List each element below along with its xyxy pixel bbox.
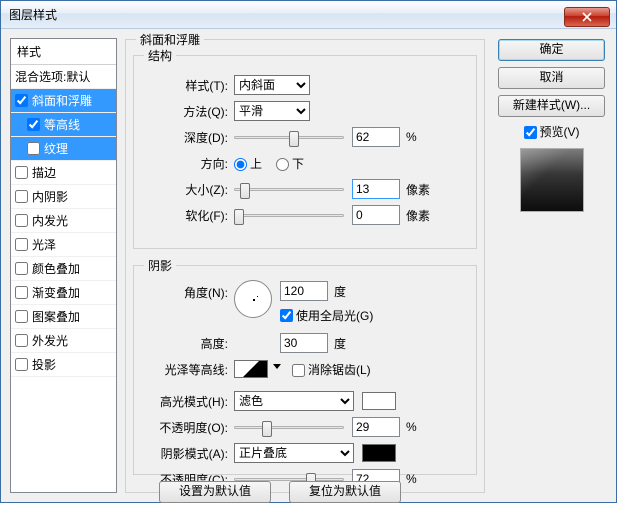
direction-down[interactable]: 下 xyxy=(276,155,304,172)
size-input[interactable] xyxy=(352,179,400,199)
shadow-mode-select[interactable]: 正片叠底 xyxy=(234,443,354,463)
style-item-label: 投影 xyxy=(32,356,56,373)
style-item-checkbox[interactable] xyxy=(15,214,28,227)
style-item-0[interactable]: 斜面和浮雕 xyxy=(11,89,116,113)
depth-slider[interactable] xyxy=(234,127,344,147)
preview-thumbnail xyxy=(520,148,584,212)
style-item-label: 纹理 xyxy=(44,140,68,157)
style-item-label: 图案叠加 xyxy=(32,308,80,325)
style-item-label: 斜面和浮雕 xyxy=(32,92,92,109)
preview-checkbox[interactable]: 预览(V) xyxy=(524,123,580,140)
direction-up[interactable]: 上 xyxy=(234,155,262,172)
style-label: 样式(T): xyxy=(144,77,234,94)
style-item-label: 内发光 xyxy=(32,212,68,229)
angle-input[interactable] xyxy=(280,281,328,301)
style-item-label: 等高线 xyxy=(44,116,80,133)
shadow-mode-label: 阴影模式(A): xyxy=(144,445,234,462)
style-item-checkbox[interactable] xyxy=(15,166,28,179)
make-default-button[interactable]: 设置为默认值 xyxy=(159,481,271,503)
soften-unit: 像素 xyxy=(406,207,430,224)
style-item-2[interactable]: 纹理 xyxy=(11,137,116,161)
highlight-opacity-slider[interactable] xyxy=(234,417,344,437)
cancel-button[interactable]: 取消 xyxy=(498,67,605,89)
style-item-label: 光泽 xyxy=(32,236,56,253)
highlight-opacity-unit: % xyxy=(406,420,417,434)
style-item-3[interactable]: 描边 xyxy=(11,161,116,185)
style-item-checkbox[interactable] xyxy=(15,358,28,371)
antialias-checkbox[interactable]: 消除锯齿(L) xyxy=(292,361,371,378)
angle-unit: 度 xyxy=(334,283,346,300)
shading-legend: 阴影 xyxy=(144,257,176,274)
blend-options-row[interactable]: 混合选项:默认 xyxy=(11,65,116,89)
depth-unit: % xyxy=(406,130,417,144)
style-item-8[interactable]: 渐变叠加 xyxy=(11,281,116,305)
method-label: 方法(Q): xyxy=(144,103,234,120)
method-select[interactable]: 平滑 xyxy=(234,101,310,121)
style-item-10[interactable]: 外发光 xyxy=(11,329,116,353)
style-item-label: 内阴影 xyxy=(32,188,68,205)
style-item-checkbox[interactable] xyxy=(15,190,28,203)
style-item-4[interactable]: 内阴影 xyxy=(11,185,116,209)
shadow-color-swatch[interactable] xyxy=(362,444,396,462)
style-item-checkbox[interactable] xyxy=(15,334,28,347)
highlight-opacity-input[interactable] xyxy=(352,417,400,437)
style-item-1[interactable]: 等高线 xyxy=(11,113,116,137)
style-item-checkbox[interactable] xyxy=(27,118,40,131)
contour-picker[interactable] xyxy=(234,360,268,378)
styles-panel: 样式 混合选项:默认 斜面和浮雕等高线纹理描边内阴影内发光光泽颜色叠加渐变叠加图… xyxy=(10,38,117,493)
highlight-color-swatch[interactable] xyxy=(362,392,396,410)
soften-label: 软化(F): xyxy=(144,207,234,224)
style-item-6[interactable]: 光泽 xyxy=(11,233,116,257)
soften-input[interactable] xyxy=(352,205,400,225)
shadow-opacity-unit: % xyxy=(406,472,417,486)
style-item-7[interactable]: 颜色叠加 xyxy=(11,257,116,281)
structure-legend: 结构 xyxy=(144,47,176,64)
style-item-checkbox[interactable] xyxy=(15,286,28,299)
altitude-unit: 度 xyxy=(334,335,346,352)
style-item-label: 描边 xyxy=(32,164,56,181)
main-legend: 斜面和浮雕 xyxy=(136,31,204,48)
style-item-checkbox[interactable] xyxy=(15,310,28,323)
highlight-mode-select[interactable]: 滤色 xyxy=(234,391,354,411)
contour-label: 光泽等高线: xyxy=(144,361,234,378)
style-select[interactable]: 内斜面 xyxy=(234,75,310,95)
direction-label: 方向: xyxy=(144,155,234,172)
style-item-checkbox[interactable] xyxy=(15,94,28,107)
angle-label: 角度(N): xyxy=(144,280,234,301)
style-item-label: 外发光 xyxy=(32,332,68,349)
depth-label: 深度(D): xyxy=(144,129,234,146)
window-title: 图层样式 xyxy=(9,6,57,23)
highlight-opacity-label: 不透明度(O): xyxy=(144,419,234,436)
style-item-checkbox[interactable] xyxy=(15,262,28,275)
new-style-button[interactable]: 新建样式(W)... xyxy=(498,95,605,117)
size-slider[interactable] xyxy=(234,179,344,199)
style-item-checkbox[interactable] xyxy=(15,238,28,251)
global-light-checkbox[interactable]: 使用全局光(G) xyxy=(280,304,373,326)
close-button[interactable] xyxy=(564,7,610,27)
style-item-label: 颜色叠加 xyxy=(32,260,80,277)
close-icon xyxy=(582,12,592,22)
altitude-label: 高度: xyxy=(144,335,234,352)
angle-dial[interactable] xyxy=(234,280,272,318)
style-item-5[interactable]: 内发光 xyxy=(11,209,116,233)
highlight-mode-label: 高光模式(H): xyxy=(144,393,234,410)
soften-slider[interactable] xyxy=(234,205,344,225)
style-item-label: 渐变叠加 xyxy=(32,284,80,301)
altitude-input[interactable] xyxy=(280,333,328,353)
style-item-checkbox[interactable] xyxy=(27,142,40,155)
styles-header: 样式 xyxy=(11,39,116,65)
size-unit: 像素 xyxy=(406,181,430,198)
size-label: 大小(Z): xyxy=(144,181,234,198)
depth-input[interactable] xyxy=(352,127,400,147)
ok-button[interactable]: 确定 xyxy=(498,39,605,61)
reset-default-button[interactable]: 复位为默认值 xyxy=(289,481,401,503)
style-item-11[interactable]: 投影 xyxy=(11,353,116,377)
style-item-9[interactable]: 图案叠加 xyxy=(11,305,116,329)
